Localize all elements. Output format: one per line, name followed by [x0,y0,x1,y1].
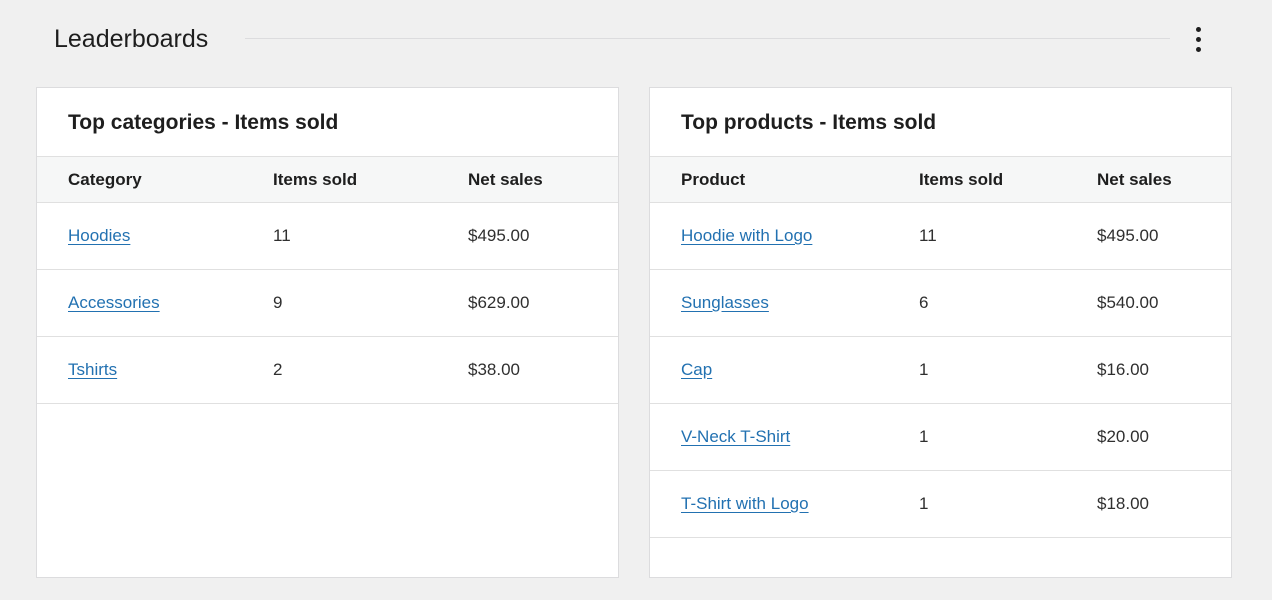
product-link[interactable]: V-Neck T-Shirt [681,427,790,447]
product-link[interactable]: Hoodie with Logo [681,226,812,246]
menu-dot [1195,46,1201,52]
table-row: Hoodie with Logo 11 $495.00 [650,203,1231,270]
column-header-category[interactable]: Category [68,170,142,190]
menu-dot [1195,36,1201,42]
category-link[interactable]: Hoodies [68,226,130,246]
items-sold-cell: 1 [919,494,929,513]
column-header-net-sales[interactable]: Net sales [468,170,543,190]
net-sales-cell: $540.00 [1097,293,1159,312]
column-header-product[interactable]: Product [681,170,745,190]
net-sales-cell: $495.00 [468,226,530,245]
more-vertical-icon[interactable] [1184,22,1212,56]
items-sold-cell: 1 [919,427,929,446]
page-title: Leaderboards [54,25,209,53]
top-categories-card: Top categories - Items sold Category Ite… [36,87,619,578]
table-row: Sunglasses 6 $540.00 [650,270,1231,337]
product-link[interactable]: Cap [681,360,712,380]
card-title: Top products - Items sold [650,88,1231,157]
net-sales-cell: $20.00 [1097,427,1149,446]
table-header: Product Items sold Net sales [650,157,1231,203]
category-link[interactable]: Accessories [68,293,160,313]
items-sold-cell: 11 [273,226,291,245]
table-header: Category Items sold Net sales [37,157,618,203]
card-title: Top categories - Items sold [37,88,618,157]
column-header-net-sales[interactable]: Net sales [1097,170,1172,190]
items-sold-cell: 11 [919,226,937,245]
net-sales-cell: $38.00 [468,360,520,379]
leaderboards-header: Leaderboards [0,0,1272,80]
table-row: V-Neck T-Shirt 1 $20.00 [650,404,1231,471]
table-row: Hoodies 11 $495.00 [37,203,618,270]
header-divider [245,38,1170,39]
menu-dot [1195,26,1201,32]
net-sales-cell: $16.00 [1097,360,1149,379]
items-sold-cell: 6 [919,293,929,312]
column-header-items-sold[interactable]: Items sold [919,170,1003,190]
product-link[interactable]: T-Shirt with Logo [681,494,809,514]
table-row: Accessories 9 $629.00 [37,270,618,337]
table-row: Tshirts 2 $38.00 [37,337,618,404]
items-sold-cell: 1 [919,360,929,379]
items-sold-cell: 2 [273,360,283,379]
table-row: Cap 1 $16.00 [650,337,1231,404]
column-header-items-sold[interactable]: Items sold [273,170,357,190]
items-sold-cell: 9 [273,293,283,312]
table-row: T-Shirt with Logo 1 $18.00 [650,471,1231,538]
top-products-card: Top products - Items sold Product Items … [649,87,1232,578]
net-sales-cell: $629.00 [468,293,530,312]
net-sales-cell: $18.00 [1097,494,1149,513]
product-link[interactable]: Sunglasses [681,293,769,313]
net-sales-cell: $495.00 [1097,226,1159,245]
category-link[interactable]: Tshirts [68,360,117,380]
